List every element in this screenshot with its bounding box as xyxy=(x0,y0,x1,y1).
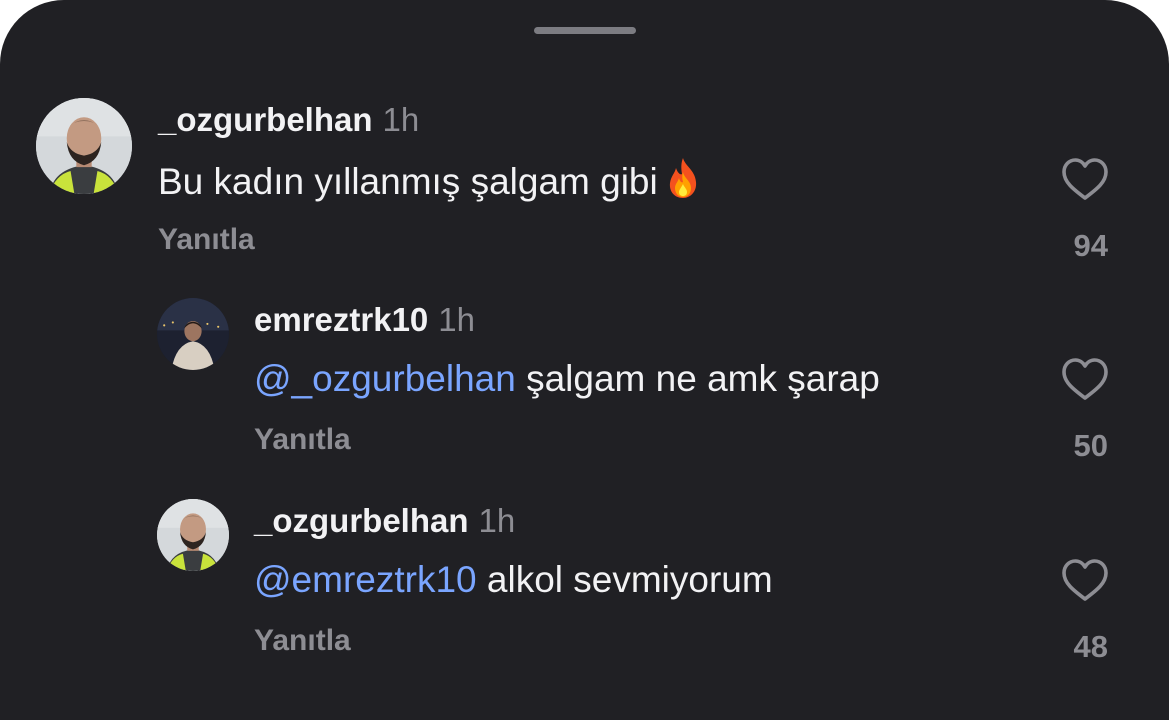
like-count: 50 xyxy=(1073,428,1108,463)
comment-text: @emreztrk10 alkol sevmiyorum xyxy=(254,557,773,603)
comment-time: 1h xyxy=(438,301,475,338)
heart-outline-icon[interactable] xyxy=(1060,156,1110,202)
reply-comment-item: _ozgurbelhan 1h @emreztrk10 alkol sevmiyo… xyxy=(0,499,1169,689)
reply-comment-item: emreztrk10 1h @_ozgurbelhan şalgam ne amk… xyxy=(0,298,1169,488)
reply-button[interactable]: Yanıtla xyxy=(158,222,255,258)
comment-body: Bu kadın yıllanmış şalgam gibi xyxy=(158,161,658,202)
comment-header: emreztrk10 1h xyxy=(254,300,475,340)
heart-outline-icon[interactable] xyxy=(1060,557,1110,603)
comment-text: Bu kadın yıllanmış şalgam gibi xyxy=(158,156,704,205)
sheet-drag-handle[interactable] xyxy=(534,27,636,34)
fire-icon xyxy=(669,158,696,198)
username[interactable]: emreztrk10 xyxy=(254,301,428,338)
like-count: 48 xyxy=(1073,629,1108,664)
avatar-photo xyxy=(157,499,229,571)
comment-item: _ozgurbelhan 1h Bu kadın yıllanmış şalgam… xyxy=(0,98,1169,288)
comment-body: alkol sevmiyorum xyxy=(476,559,773,600)
avatar[interactable] xyxy=(157,298,229,370)
comments-sheet: _ozgurbelhan 1h Bu kadın yıllanmış şalgam… xyxy=(0,0,1169,720)
username[interactable]: _ozgurbelhan xyxy=(254,502,469,539)
comment-body: şalgam ne amk şarap xyxy=(515,358,880,399)
avatar[interactable] xyxy=(157,499,229,571)
comment-header: _ozgurbelhan 1h xyxy=(158,100,419,140)
username[interactable]: _ozgurbelhan xyxy=(158,101,373,138)
mention-link[interactable]: @_ozgurbelhan xyxy=(254,358,516,399)
comment-header: _ozgurbelhan 1h xyxy=(254,501,515,541)
mention-link[interactable]: @emreztrk10 xyxy=(254,559,477,600)
reply-button[interactable]: Yanıtla xyxy=(254,422,351,458)
avatar-photo xyxy=(36,98,132,194)
comment-time: 1h xyxy=(382,101,420,138)
comment-text: @_ozgurbelhan şalgam ne amk şarap xyxy=(254,356,880,402)
avatar[interactable] xyxy=(36,98,132,194)
like-count: 94 xyxy=(1073,228,1108,263)
comment-time: 1h xyxy=(478,502,516,539)
heart-outline-icon[interactable] xyxy=(1060,356,1110,402)
reply-button[interactable]: Yanıtla xyxy=(254,623,351,659)
avatar-photo xyxy=(157,298,229,370)
